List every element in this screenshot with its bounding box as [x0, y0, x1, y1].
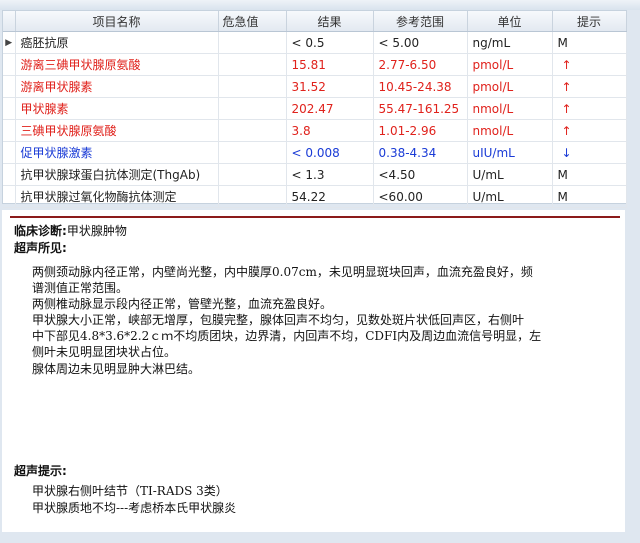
findings-line: 两侧颈动脉内径正常，内壁尚光整，内中膜厚0.07cm，未见明显斑块回声，血流充盈…: [32, 265, 533, 279]
cell-result: 31.52: [286, 75, 374, 98]
window-bottom-strip: [0, 532, 640, 543]
lab-results-grid: 项目名称 危急值 结果 参考范围 单位 提示 ▶ 癌胚抗原 < 0.5 < 5.…: [2, 10, 627, 208]
column-header-unit[interactable]: 单位: [467, 11, 553, 32]
cell-result: 15.81: [286, 53, 374, 76]
table-row[interactable]: 游离三碘甲状腺原氨酸 15.81 2.77-6.50 pmol/L ↑: [3, 53, 627, 76]
table-row[interactable]: 促甲状腺激素 < 0.008 0.38-4.34 uIU/mL ↓: [3, 141, 627, 164]
cell-name: 癌胚抗原: [15, 31, 219, 54]
cell-result: 54.22: [286, 185, 374, 208]
cell-flag-up-arrow: ↑: [552, 75, 627, 98]
cell-critical: [218, 31, 287, 54]
hint-line: 甲状腺质地不均---考虑桥本氏甲状腺炎: [32, 501, 237, 515]
table-row[interactable]: 游离甲状腺素 31.52 10.45-24.38 pmol/L ↑: [3, 75, 627, 98]
header-selector: [3, 11, 16, 32]
cell-unit: pmol/L: [467, 75, 553, 98]
ultrasound-report-panel: 临床诊断:甲状腺肿物 超声所见: 两侧颈动脉内径正常，内壁尚光整，内中膜厚0.0…: [2, 210, 625, 532]
row-indicator: [3, 75, 16, 98]
column-header-critical[interactable]: 危急值: [218, 11, 287, 32]
table-row[interactable]: 甲状腺素 202.47 55.47-161.25 nmol/L ↑: [3, 97, 627, 120]
cell-name: 游离甲状腺素: [15, 75, 219, 98]
table-row[interactable]: 三碘甲状腺原氨酸 3.8 1.01-2.96 nmol/L ↑: [3, 119, 627, 142]
row-indicator: [3, 185, 16, 208]
cell-range: 55.47-161.25: [373, 97, 468, 120]
cell-result: 202.47: [286, 97, 374, 120]
cell-flag: M: [552, 163, 627, 186]
cell-critical: [218, 141, 287, 164]
hint-label: 超声提示:: [14, 464, 67, 478]
column-header-flag[interactable]: 提示: [552, 11, 627, 32]
cell-critical: [218, 53, 287, 76]
findings-line: 中下部见4.8*3.6*2.2ｃｍ不均质团块，边界清，内回声不均，CDFI内及周…: [32, 329, 542, 343]
cell-unit: U/mL: [467, 185, 553, 208]
cell-flag: M: [552, 31, 627, 54]
cell-range: 0.38-4.34: [373, 141, 468, 164]
column-header-range[interactable]: 参考范围: [373, 11, 468, 32]
column-header-name[interactable]: 项目名称: [15, 11, 219, 32]
lab-results-table: 项目名称 危急值 结果 参考范围 单位 提示 ▶ 癌胚抗原 < 0.5 < 5.…: [3, 11, 627, 208]
cell-result: < 1.3: [286, 163, 374, 186]
cell-critical: [218, 97, 287, 120]
cell-critical: [218, 119, 287, 142]
cell-unit: pmol/L: [467, 53, 553, 76]
findings-line: 两侧椎动脉显示段内径正常，管壁光整，血流充盈良好。: [32, 297, 333, 311]
cell-range: < 5.00: [373, 31, 468, 54]
row-indicator: [3, 141, 16, 164]
row-indicator: [3, 163, 16, 186]
cell-flag: M: [552, 185, 627, 208]
cell-unit: uIU/mL: [467, 141, 553, 164]
cell-range: 1.01-2.96: [373, 119, 468, 142]
cell-name: 抗甲状腺球蛋白抗体测定(ThgAb): [15, 163, 219, 186]
findings-line: 谱测值正常范围。: [32, 281, 129, 295]
cell-name: 三碘甲状腺原氨酸: [15, 119, 219, 142]
cell-flag-up-arrow: ↑: [552, 97, 627, 120]
cell-name: 促甲状腺激素: [15, 141, 219, 164]
cell-name: 甲状腺素: [15, 97, 219, 120]
cell-name: 游离三碘甲状腺原氨酸: [15, 53, 219, 76]
cell-critical: [218, 185, 287, 208]
cell-range: <4.50: [373, 163, 468, 186]
table-row[interactable]: 抗甲状腺过氧化物酶抗体测定 54.22 <60.00 U/mL M: [3, 185, 627, 208]
row-indicator: [3, 53, 16, 76]
findings-label: 超声所见:: [14, 241, 67, 255]
findings-line: 侧叶未见明显团块状占位。: [32, 345, 177, 359]
cell-result: < 0.008: [286, 141, 374, 164]
cell-unit: ng/mL: [467, 31, 553, 54]
cell-range: <60.00: [373, 185, 468, 208]
cell-flag-down-arrow: ↓: [552, 141, 627, 164]
table-row[interactable]: ▶ 癌胚抗原 < 0.5 < 5.00 ng/mL M: [3, 31, 627, 54]
column-header-result[interactable]: 结果: [286, 11, 374, 32]
row-selected-indicator: ▶: [3, 31, 16, 54]
cell-result: < 0.5: [286, 31, 374, 54]
cell-unit: nmol/L: [467, 119, 553, 142]
table-header-row: 项目名称 危急值 结果 参考范围 单位 提示: [3, 11, 627, 32]
cell-critical: [218, 163, 287, 186]
cell-name: 抗甲状腺过氧化物酶抗体测定: [15, 185, 219, 208]
cell-result: 3.8: [286, 119, 374, 142]
cell-critical: [218, 75, 287, 98]
cell-unit: U/mL: [467, 163, 553, 186]
findings-line: 甲状腺大小正常，峡部无增厚，包膜完整，腺体回声不均匀，见数处斑片状低回声区，右侧…: [32, 313, 525, 327]
cell-range: 10.45-24.38: [373, 75, 468, 98]
section-divider: [10, 216, 620, 218]
diagnosis-value: 甲状腺肿物: [66, 224, 127, 238]
cell-flag-up-arrow: ↑: [552, 53, 627, 76]
findings-line: 腺体周边未见明显肿大淋巴结。: [32, 362, 201, 376]
cell-flag-up-arrow: ↑: [552, 119, 627, 142]
cell-range: 2.77-6.50: [373, 53, 468, 76]
table-row[interactable]: 抗甲状腺球蛋白抗体测定(ThgAb) < 1.3 <4.50 U/mL M: [3, 163, 627, 186]
cell-unit: nmol/L: [467, 97, 553, 120]
diagnosis-line: 临床诊断:甲状腺肿物: [14, 222, 127, 239]
row-indicator: [3, 97, 16, 120]
window-top-strip: [0, 0, 640, 10]
row-indicator: [3, 119, 16, 142]
diagnosis-label: 临床诊断:: [14, 224, 67, 238]
hint-line: 甲状腺右侧叶结节（TI-RADS 3类）: [32, 484, 228, 498]
